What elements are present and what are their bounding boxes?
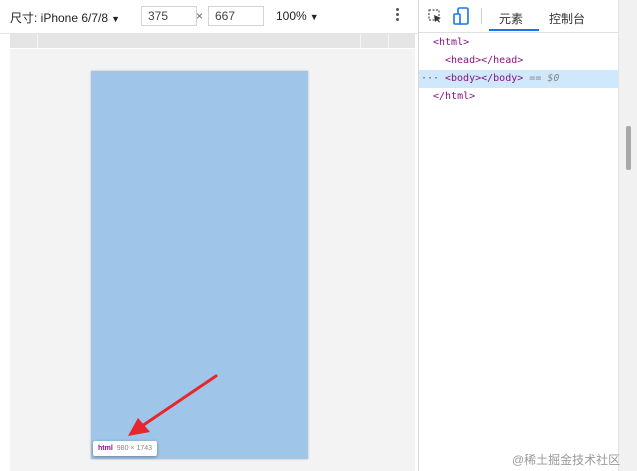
element-tooltip: html 980 × 1743 — [93, 441, 158, 456]
media-query-segment[interactable] — [10, 34, 38, 48]
media-query-bar[interactable] — [10, 34, 415, 48]
tab-separator — [481, 8, 482, 24]
device-select[interactable]: 尺寸: iPhone 6/7/8 ▼ — [10, 9, 120, 26]
tab-console[interactable]: 控制台 — [549, 10, 585, 27]
times-sign: × — [196, 9, 204, 23]
tooltip-size: 980 × 1743 — [116, 445, 153, 452]
red-arrow-icon — [128, 374, 218, 436]
more-options-icon[interactable] — [394, 8, 400, 26]
tooltip-tag: html — [98, 445, 113, 452]
caret-down-icon: ▼ — [111, 14, 120, 24]
zoom-label: 100% — [276, 9, 307, 23]
devtools-tabbar: 元素 控制台 — [419, 0, 619, 33]
dom-node-html-close[interactable]: </html> — [419, 88, 619, 106]
scrollbar-thumb[interactable] — [626, 126, 631, 170]
device-toolbar: 尺寸: iPhone 6/7/8▼ × 100%▼ — [0, 0, 418, 34]
media-query-segment[interactable] — [38, 34, 361, 48]
tab-elements[interactable]: 元素 — [499, 10, 523, 27]
device-label: 尺寸: iPhone 6/7/8 — [10, 11, 109, 25]
width-input[interactable] — [141, 6, 197, 26]
active-tab-indicator — [489, 29, 539, 31]
caret-down-icon: ▼ — [309, 12, 319, 22]
watermark: @稀土掘金技术社区 — [512, 453, 621, 467]
dom-tree: <html> <head></head> ··· <body></body> =… — [419, 34, 619, 106]
height-input[interactable] — [208, 6, 264, 26]
dom-node-html-open[interactable]: <html> — [419, 34, 619, 52]
media-query-segment[interactable] — [361, 34, 389, 48]
device-toggle-icon[interactable] — [453, 7, 469, 25]
row-ellipsis[interactable]: ··· — [421, 70, 439, 88]
devtools-panel: 元素 控制台 <html> <head></head> ··· <body></… — [418, 0, 619, 471]
inspect-element-icon[interactable] — [428, 9, 442, 23]
scrollbar-track[interactable] — [618, 0, 637, 471]
dom-node-head[interactable]: <head></head> — [419, 52, 619, 70]
zoom-select[interactable]: 100% ▼ — [276, 9, 319, 23]
dom-node-body[interactable]: ··· <body></body> == $0 — [419, 70, 619, 88]
